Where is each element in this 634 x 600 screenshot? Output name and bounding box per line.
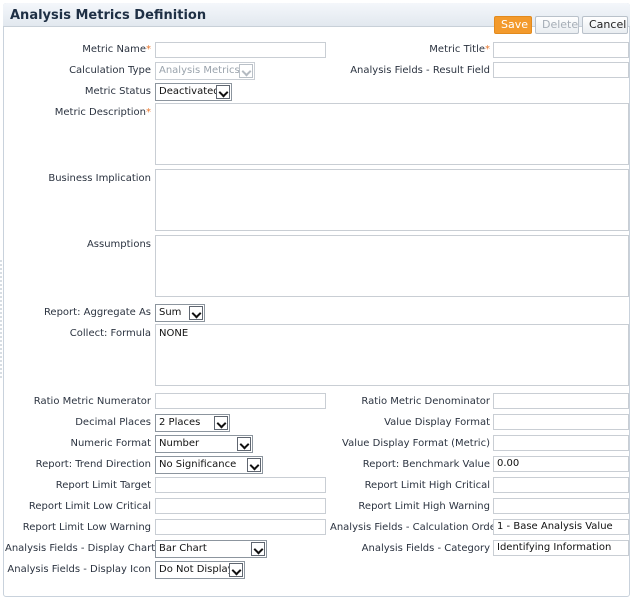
metric-description-label: Metric Description* bbox=[54, 107, 151, 118]
display-chart-value: Bar Chart bbox=[159, 543, 207, 554]
limit-low-critical-input[interactable] bbox=[155, 498, 326, 514]
calculation-order-label: Analysis Fields - Calculation Order bbox=[330, 522, 501, 533]
value-display-format-metric-label: Value Display Format (Metric) bbox=[342, 438, 490, 449]
limit-high-critical-input[interactable] bbox=[493, 477, 629, 493]
business-implication-textarea[interactable] bbox=[155, 169, 629, 231]
ratio-numerator-input[interactable] bbox=[155, 393, 326, 409]
ratio-numerator-label: Ratio Metric Numerator bbox=[33, 396, 151, 407]
category-input[interactable]: Identifying Information bbox=[493, 540, 629, 556]
calculation-order-input[interactable]: 1 - Base Analysis Value bbox=[493, 519, 629, 535]
limit-target-label: Report Limit Target bbox=[55, 480, 151, 491]
metric-title-label: Metric Title* bbox=[429, 44, 490, 55]
value-display-format-metric-input[interactable] bbox=[493, 435, 629, 451]
numeric-format-value: Number bbox=[159, 438, 200, 449]
display-icon-value: Do Not Display bbox=[159, 564, 234, 575]
display-icon-label: Analysis Fields - Display Icon bbox=[7, 564, 151, 575]
metric-name-input[interactable] bbox=[155, 42, 326, 58]
aggregate-as-value: Sum bbox=[159, 307, 182, 318]
decimal-places-select[interactable]: 2 Places bbox=[155, 414, 230, 432]
limit-high-warning-input[interactable] bbox=[493, 498, 629, 514]
numeric-format-select[interactable]: Number bbox=[155, 435, 253, 453]
ratio-denominator-input[interactable] bbox=[493, 393, 629, 409]
decimal-places-value: 2 Places bbox=[159, 417, 201, 428]
numeric-format-label: Numeric Format bbox=[70, 438, 151, 449]
chevron-down-icon bbox=[237, 437, 251, 451]
limit-low-warning-label: Report Limit Low Warning bbox=[22, 522, 151, 533]
chevron-down-icon bbox=[239, 64, 253, 78]
calculation-type-select[interactable]: Analysis Metrics bbox=[155, 62, 255, 80]
metric-description-textarea[interactable] bbox=[155, 103, 629, 165]
display-chart-label: Analysis Fields - Display Chart bbox=[5, 543, 156, 554]
chevron-down-icon bbox=[189, 306, 203, 320]
metric-name-label: Metric Name* bbox=[82, 44, 151, 55]
category-label: Analysis Fields - Category bbox=[361, 543, 490, 554]
aggregate-as-label: Report: Aggregate As bbox=[43, 307, 151, 318]
assumptions-label: Assumptions bbox=[86, 239, 151, 250]
decimal-places-label: Decimal Places bbox=[75, 417, 151, 428]
chevron-down-icon bbox=[251, 542, 265, 556]
limit-target-input[interactable] bbox=[155, 477, 326, 493]
delete-button[interactable]: Delete bbox=[535, 16, 579, 34]
metric-status-value: Deactivated bbox=[159, 86, 220, 97]
page-title: Analysis Metrics Definition bbox=[10, 8, 207, 23]
chevron-down-icon bbox=[216, 85, 230, 99]
trend-direction-label: Report: Trend Direction bbox=[35, 459, 151, 470]
benchmark-value-label: Report: Benchmark Value bbox=[362, 459, 490, 470]
aggregate-as-select[interactable]: Sum bbox=[155, 304, 205, 322]
business-implication-label: Business Implication bbox=[48, 173, 151, 184]
trend-direction-value: No Significance bbox=[159, 459, 237, 470]
assumptions-textarea[interactable] bbox=[155, 235, 629, 297]
chevron-down-icon bbox=[247, 458, 261, 472]
metric-status-select[interactable]: Deactivated bbox=[155, 83, 232, 101]
resize-grip[interactable] bbox=[0, 260, 2, 380]
save-button[interactable]: Save bbox=[494, 16, 532, 34]
chevron-down-icon bbox=[229, 563, 243, 577]
value-display-format-label: Value Display Format bbox=[384, 417, 490, 428]
value-display-format-input[interactable] bbox=[493, 414, 629, 430]
calculation-type-label: Calculation Type bbox=[69, 65, 151, 76]
trend-direction-select[interactable]: No Significance bbox=[155, 456, 263, 474]
calculation-type-value: Analysis Metrics bbox=[159, 65, 240, 76]
collect-formula-label: Collect: Formula bbox=[69, 328, 151, 339]
cancel-button[interactable]: Cancel bbox=[582, 16, 628, 34]
result-field-label: Analysis Fields - Result Field bbox=[350, 65, 490, 76]
limit-low-critical-label: Report Limit Low Critical bbox=[28, 501, 151, 512]
limit-high-critical-label: Report Limit High Critical bbox=[364, 480, 490, 491]
metric-title-input[interactable] bbox=[493, 42, 629, 58]
limit-low-warning-input[interactable] bbox=[155, 519, 326, 535]
metric-status-label: Metric Status bbox=[84, 86, 151, 97]
chevron-down-icon bbox=[214, 416, 228, 430]
ratio-denominator-label: Ratio Metric Denominator bbox=[361, 396, 490, 407]
display-chart-select[interactable]: Bar Chart bbox=[155, 540, 267, 558]
collect-formula-textarea[interactable]: NONE bbox=[155, 324, 629, 386]
display-icon-select[interactable]: Do Not Display bbox=[155, 561, 245, 579]
benchmark-value-input[interactable]: 0.00 bbox=[493, 456, 629, 472]
result-field-input[interactable] bbox=[493, 62, 629, 78]
limit-high-warning-label: Report Limit High Warning bbox=[358, 501, 490, 512]
